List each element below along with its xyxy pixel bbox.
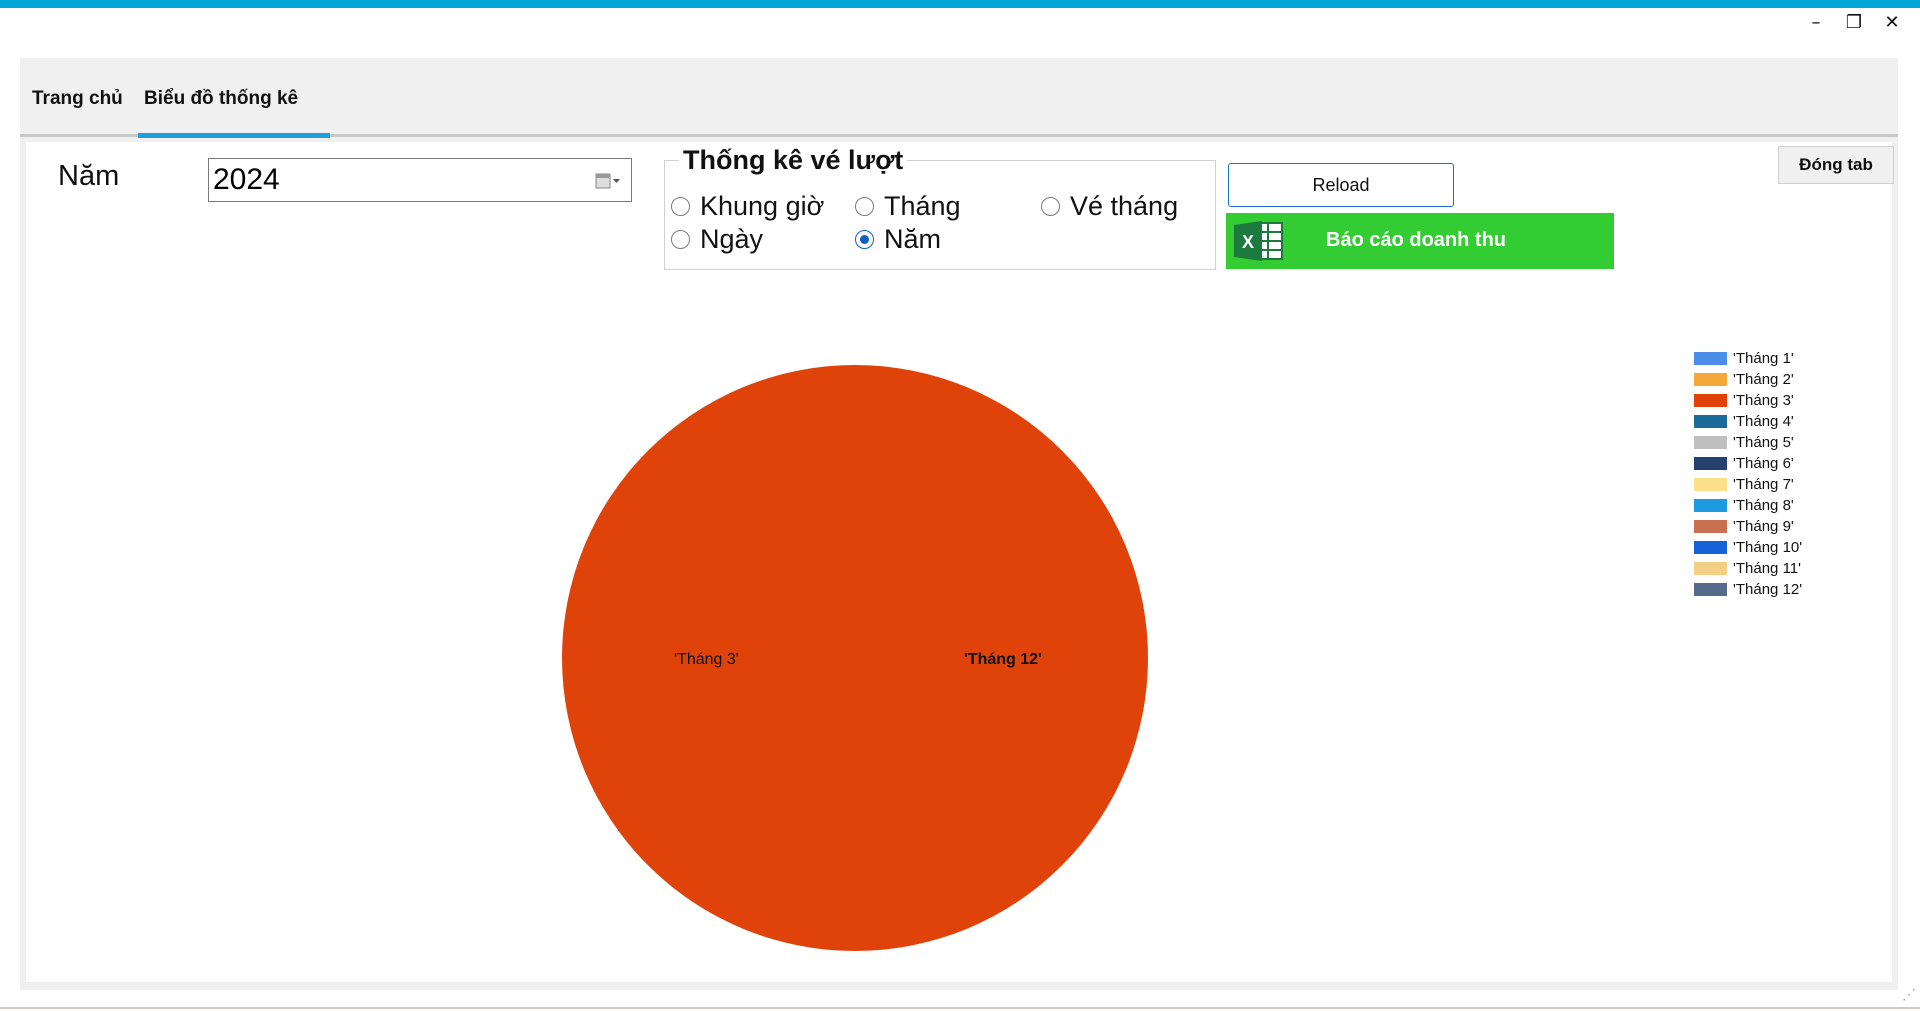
- legend-label: 'Tháng 8': [1733, 497, 1794, 514]
- legend-item: 'Tháng 4': [1694, 411, 1802, 432]
- legend-swatch: [1694, 373, 1727, 386]
- resize-grip-icon[interactable]: ⋰: [1902, 986, 1916, 1003]
- close-icon[interactable]: ✕: [1882, 12, 1902, 33]
- minimize-icon[interactable]: –: [1806, 12, 1826, 33]
- legend-item: 'Tháng 2': [1694, 369, 1802, 390]
- legend-swatch: [1694, 457, 1727, 470]
- pie-slice: [562, 365, 1148, 951]
- restore-icon[interactable]: ❐: [1844, 12, 1864, 33]
- legend-label: 'Tháng 1': [1733, 350, 1794, 367]
- legend-swatch: [1694, 583, 1727, 596]
- pie-chart: 'Tháng 3' 'Tháng 12': [562, 365, 1148, 951]
- legend-swatch: [1694, 499, 1727, 512]
- legend-swatch: [1694, 394, 1727, 407]
- legend-swatch: [1694, 478, 1727, 491]
- legend-item: 'Tháng 5': [1694, 432, 1802, 453]
- legend-label: 'Tháng 7': [1733, 476, 1794, 493]
- legend-swatch: [1694, 352, 1727, 365]
- legend-swatch: [1694, 562, 1727, 575]
- legend-label: 'Tháng 2': [1733, 371, 1794, 388]
- legend-label: 'Tháng 6': [1733, 455, 1794, 472]
- pie-slice-label: 'Tháng 3': [674, 651, 739, 668]
- legend-label: 'Tháng 11': [1733, 560, 1801, 577]
- legend-label: 'Tháng 10': [1733, 539, 1803, 556]
- chart-legend: 'Tháng 1' 'Tháng 2' 'Tháng 3' 'Tháng 4' 'Thá…: [1694, 348, 1802, 600]
- legend-item: 'Tháng 9': [1694, 516, 1802, 537]
- legend-label: 'Tháng 12': [1733, 581, 1803, 598]
- tab-bar: Trang chủ Biểu đồ thống kê: [20, 58, 1898, 138]
- legend-item: 'Tháng 11': [1694, 558, 1802, 579]
- legend-item: 'Tháng 12': [1694, 579, 1802, 600]
- legend-item: 'Tháng 6': [1694, 453, 1802, 474]
- tab-statistics-chart[interactable]: Biểu đồ thống kê: [144, 88, 298, 110]
- statistics-panel: Năm 2024 Thống kê vé lượt Khung giờ Thán…: [26, 142, 1894, 982]
- window-border: [0, 1007, 1920, 1009]
- window-controls: – ❐ ✕: [1806, 12, 1902, 33]
- legend-item: 'Tháng 8': [1694, 495, 1802, 516]
- legend-swatch: [1694, 415, 1727, 428]
- legend-swatch: [1694, 436, 1727, 449]
- tab-content: Năm 2024 Thống kê vé lượt Khung giờ Thán…: [20, 138, 1898, 990]
- legend-label: 'Tháng 3': [1733, 392, 1794, 409]
- legend-item: 'Tháng 7': [1694, 474, 1802, 495]
- legend-swatch: [1694, 541, 1727, 554]
- legend-label: 'Tháng 5': [1733, 434, 1794, 451]
- tab-home[interactable]: Trang chủ: [32, 88, 123, 110]
- legend-label: 'Tháng 4': [1733, 413, 1794, 430]
- legend-swatch: [1694, 520, 1727, 533]
- pie-overlapping-label: 'Tháng 12': [964, 651, 1042, 668]
- legend-label: 'Tháng 9': [1733, 518, 1794, 535]
- legend-item: 'Tháng 10': [1694, 537, 1802, 558]
- legend-item: 'Tháng 3': [1694, 390, 1802, 411]
- title-bar-accent: [0, 0, 1920, 8]
- legend-item: 'Tháng 1': [1694, 348, 1802, 369]
